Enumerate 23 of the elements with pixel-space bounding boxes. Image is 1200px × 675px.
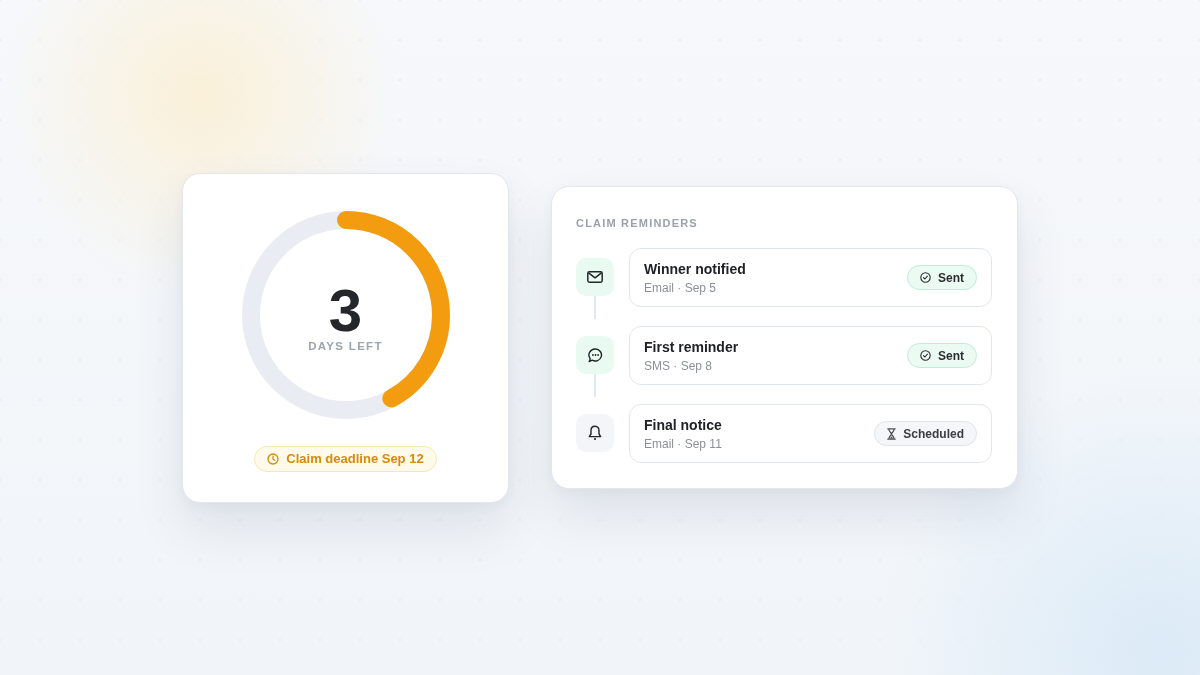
envelope-icon [576,258,614,296]
reminder-row[interactable]: Winner notified Email · Sep 5 Sent [629,248,992,307]
bell-icon [576,414,614,452]
days-count: 3 [328,280,363,341]
reminder-row[interactable]: Final notice Email · Sep 11 Scheduled [629,404,992,463]
reminder-title: Final notice [644,416,722,433]
reminder-title: First reminder [644,338,739,355]
reminder-meta: Email · Sep 11 [644,436,722,451]
status-text: Sent [938,348,964,363]
hourglass-icon [887,427,897,440]
check-circle-icon [920,350,931,361]
days-left-label: DAYS LEFT [308,339,383,352]
deadline-text: Claim deadline Sep 12 [286,451,424,466]
status-text: Sent [938,270,964,285]
reminder-meta: SMS · Sep 8 [644,358,714,373]
reminder-row[interactable]: First reminder SMS · Sep 8 Sent [629,326,992,385]
chat-bubble-icon [576,336,614,374]
clock-icon [267,452,280,465]
reminder-title: Winner notified [644,260,746,277]
check-circle-icon [920,272,931,283]
section-title: CLAIM REMINDERS [576,217,699,229]
status-text: Scheduled [903,426,964,441]
reminder-meta: Email · Sep 5 [644,280,718,295]
